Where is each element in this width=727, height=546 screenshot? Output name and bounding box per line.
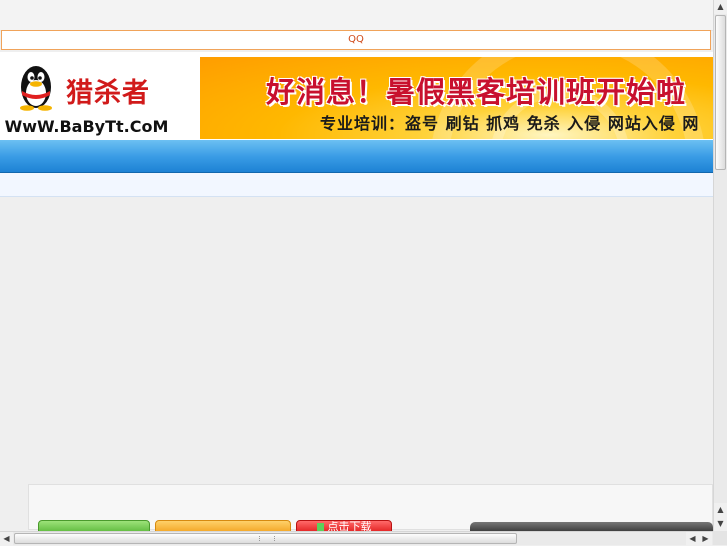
scroll-left-arrow-icon-right[interactable]: ◀ — [686, 532, 699, 546]
qq-penguin-icon — [20, 66, 52, 111]
top-strip — [0, 0, 713, 31]
scroll-down-arrow-icon[interactable]: ▼ — [714, 517, 727, 531]
ad-banner[interactable]: 好消息！暑假黑客培训班开始啦 专业培训：盗号 刷钻 抓鸡 免杀 入侵 网站入侵 … — [200, 57, 713, 139]
sub-nav-bar — [0, 173, 713, 197]
scroll-left-arrow-icon[interactable]: ◀ — [0, 532, 13, 546]
main-nav-bar — [0, 140, 713, 173]
vertical-scroll-thumb[interactable] — [715, 15, 726, 170]
logo-url-text: WwW.BaByTt.CoM — [0, 115, 173, 139]
horizontal-scroll-thumb[interactable] — [14, 533, 517, 544]
scroll-up-arrow-icon-lower[interactable]: ▲ — [714, 503, 727, 517]
vertical-scrollbar[interactable]: ▲ ▲ ▼ — [713, 0, 727, 531]
scroll-right-arrow-icon[interactable]: ▶ — [699, 532, 712, 546]
scroll-up-arrow-icon[interactable]: ▲ — [714, 0, 727, 14]
scroll-grip-icon — [259, 536, 275, 541]
notice-bar[interactable]: QQ — [1, 30, 711, 50]
logo-chinese-name: 猎杀者 — [66, 78, 150, 109]
horizontal-scrollbar[interactable]: ◀ ◀ ▶ — [0, 531, 713, 546]
banner-subline: 专业培训：盗号 刷钻 抓鸡 免杀 入侵 网站入侵 网 — [320, 114, 700, 133]
scrollbar-corner — [713, 531, 727, 545]
site-logo[interactable]: 猎杀者 WwW.BaByTt.CoM — [0, 57, 173, 139]
banner-headline: 好消息！暑假黑客培训班开始啦 — [266, 75, 687, 109]
